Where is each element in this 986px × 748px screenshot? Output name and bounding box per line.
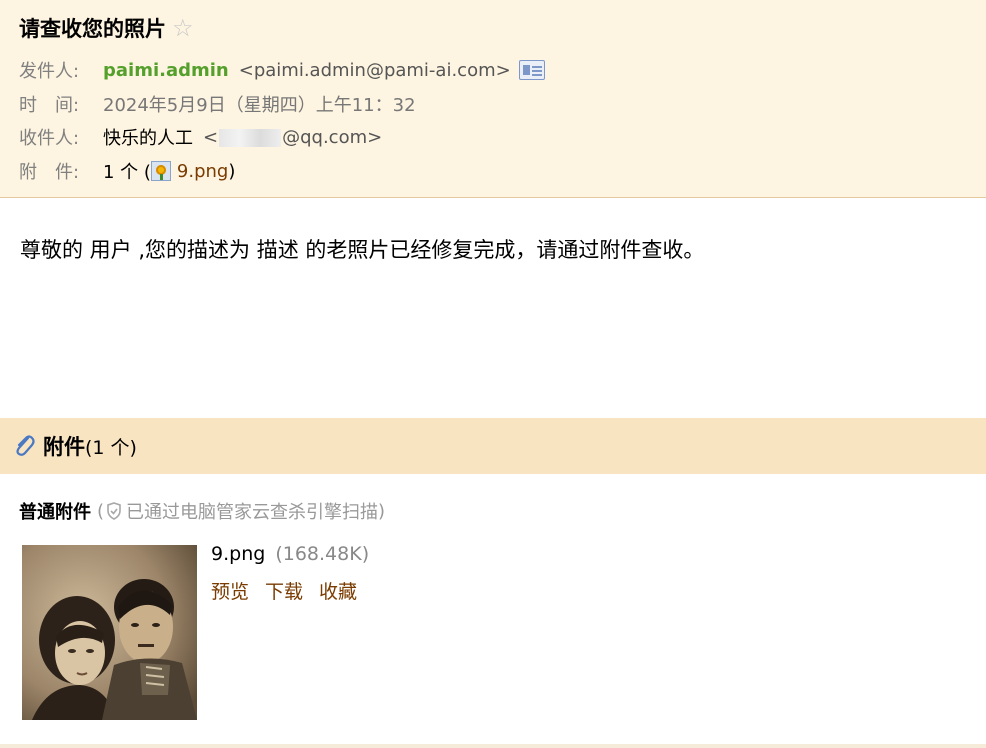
time-value: 2024年5月9日（星期四）上午11：32 <box>103 95 416 116</box>
scan-open: ( <box>97 500 105 522</box>
time-label: 时 间: <box>19 95 80 116</box>
attachment-file-size: (168.48K) <box>275 543 370 565</box>
attach-count: 1 个 ( <box>103 162 151 183</box>
attachment-file-name[interactable]: 9.png <box>211 543 265 565</box>
download-link[interactable]: 下载 <box>265 577 303 604</box>
attachment-summary-row: 附 件: 1 个 ( 9.png ) <box>19 157 235 185</box>
time-row: 时 间: 2024年5月9日（星期四）上午11：32 <box>19 90 416 118</box>
recipient-label: 收件人: <box>19 128 80 149</box>
shield-icon <box>107 502 121 520</box>
favorite-link[interactable]: 收藏 <box>319 577 357 604</box>
attachment-actions: 预览 下载 收藏 <box>211 577 357 604</box>
scan-text: 已通过电脑管家云查杀引擎扫描 <box>126 502 379 523</box>
contact-card-icon[interactable] <box>518 60 545 80</box>
star-icon[interactable]: ☆ <box>172 16 194 40</box>
preview-link[interactable]: 预览 <box>211 577 249 604</box>
mail-subject: 请查收您的照片 <box>19 17 166 41</box>
normal-attachment-label: 普通附件 <box>19 502 91 523</box>
recipient-name[interactable]: 快乐的人工 <box>103 124 193 150</box>
scan-close: ) <box>378 500 386 522</box>
sender-name[interactable]: paimi.admin <box>103 60 229 81</box>
mail-header: 请查收您的照片 ☆ 发件人: paimi.admin <paimi.admin@… <box>0 0 986 198</box>
scan-status: ( 已通过电脑管家云查杀引擎扫描 ) <box>97 498 385 524</box>
png-file-icon <box>150 161 171 181</box>
sender-address[interactable]: <paimi.admin@pami-ai.com> <box>239 60 511 81</box>
recipient-address[interactable]: < @qq.com> <box>203 127 382 148</box>
attachment-thumbnail[interactable] <box>22 545 197 720</box>
attachments-count: (1 个) <box>85 436 137 459</box>
recipient-row: 收件人: 快乐的人工 < @qq.com> <box>19 123 382 151</box>
attachments-title: 附件 <box>43 435 85 459</box>
attachment-file-info: 9.png (168.48K) <box>211 543 369 565</box>
attach-file-link[interactable]: 9.png <box>177 161 228 182</box>
attach-label: 附 件: <box>19 162 80 183</box>
sender-label: 发件人: <box>19 61 80 82</box>
mail-body-text: 尊敬的 用户 ,您的描述为 描述 的老照片已经修复完成，请通过附件查收。 <box>20 238 705 262</box>
recipient-address-prefix: < <box>203 126 219 148</box>
redacted-blur <box>219 128 282 147</box>
bottom-divider <box>0 744 986 748</box>
recipient-address-suffix: @qq.com> <box>282 126 383 148</box>
paperclip-icon <box>16 435 35 456</box>
attach-close: ) <box>228 160 236 182</box>
normal-attachment-row: 普通附件 ( 已通过电脑管家云查杀引擎扫描 ) <box>19 497 385 525</box>
attachments-section-header: 附件 (1 个) <box>0 418 986 474</box>
sender-row: 发件人: paimi.admin <paimi.admin@pami-ai.co… <box>19 56 545 84</box>
subject-row: 请查收您的照片 ☆ <box>19 12 194 44</box>
vintage-portrait-image <box>22 545 197 720</box>
